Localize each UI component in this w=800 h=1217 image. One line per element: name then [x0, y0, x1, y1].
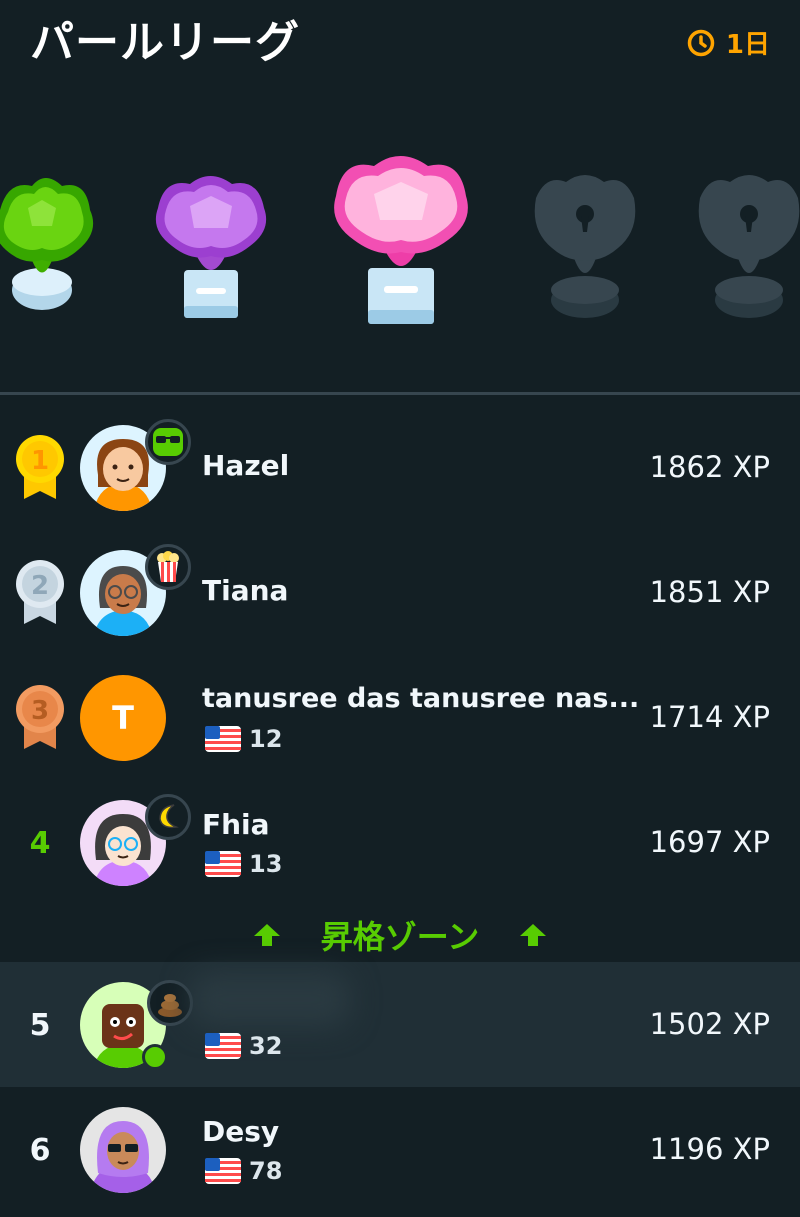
flag-count: 78 — [249, 1157, 283, 1185]
promotion-zone-divider: 昇格ゾーン — [0, 905, 800, 965]
avatar[interactable]: T — [80, 675, 166, 761]
us-flag-icon — [205, 726, 241, 752]
locked-trophy-icon[interactable] — [694, 172, 800, 322]
pearl-trophy-icon[interactable] — [328, 148, 474, 330]
amethyst-trophy-icon[interactable] — [150, 170, 272, 325]
leaderboard-row[interactable]: 6 Desy 78 1196 XP — [0, 1087, 800, 1212]
time-remaining-label: 1日 — [725, 30, 770, 60]
flag-count: 13 — [249, 850, 283, 878]
clock-icon — [687, 29, 715, 56]
online-status-dot — [142, 1044, 168, 1070]
leaderboard-row[interactable]: 2 Tiana 1851 XP — [0, 530, 800, 655]
user-flag: 12 — [205, 725, 282, 753]
arrow-up-icon — [520, 924, 547, 946]
rank-number: 6 — [29, 1132, 51, 1168]
gold-medal-icon: 1 — [16, 435, 64, 499]
avatar[interactable] — [80, 1107, 166, 1193]
leaderboard-row[interactable]: 4 Fhia 13 1697 XP — [0, 780, 800, 905]
popcorn-badge-icon — [145, 544, 191, 590]
blurred-user-name — [190, 972, 350, 1027]
banana-badge-icon — [145, 794, 191, 840]
promotion-zone-label: 昇格ゾーン — [320, 918, 480, 956]
emerald-trophy-icon[interactable] — [0, 170, 100, 320]
arrow-up-icon — [253, 924, 280, 946]
leaderboard-row[interactable]: 3 T tanusree das tanusree nas... 12 1714… — [0, 655, 800, 780]
flag-count: 32 — [249, 1032, 283, 1060]
user-xp: 1502 XP — [649, 1007, 770, 1041]
user-xp: 1697 XP — [649, 825, 770, 859]
header: パールリーグ 1日 — [0, 0, 800, 80]
user-xp: 1196 XP — [649, 1132, 770, 1166]
leaderboard-row[interactable]: 1 Hazel 1862 XP — [0, 405, 800, 530]
user-xp: 1714 XP — [649, 700, 770, 734]
svg-text:2: 2 — [31, 571, 49, 601]
time-remaining: 1日 — [686, 24, 770, 61]
user-name: Desy — [202, 1115, 280, 1148]
svg-text:3: 3 — [31, 696, 49, 726]
avatar-letter: T — [112, 699, 134, 737]
silver-medal-icon: 2 — [16, 560, 64, 624]
rank-number: 4 — [29, 825, 51, 861]
user-flag: 13 — [205, 850, 282, 878]
leaderboard-row-current-user[interactable]: 5 32 1502 XP — [0, 962, 800, 1087]
bronze-medal-icon: 3 — [16, 685, 64, 749]
rank-number: 5 — [29, 1007, 51, 1043]
user-flag: 32 — [205, 1032, 282, 1060]
us-flag-icon — [205, 1158, 241, 1184]
svg-text:1: 1 — [31, 446, 49, 476]
user-xp: 1862 XP — [649, 450, 770, 484]
user-name: tanusree das tanusree nas... — [202, 683, 640, 714]
user-xp: 1851 XP — [649, 575, 770, 609]
us-flag-icon — [205, 1033, 241, 1059]
league-trophies[interactable] — [0, 130, 800, 350]
user-name: Tiana — [202, 574, 289, 607]
divider — [0, 392, 800, 395]
us-flag-icon — [205, 851, 241, 877]
user-name: Hazel — [202, 449, 290, 482]
poop-badge-icon — [147, 980, 193, 1026]
user-flag: 78 — [205, 1157, 282, 1185]
locked-trophy-icon[interactable] — [530, 172, 640, 322]
owl-sunglasses-badge-icon — [145, 419, 191, 465]
user-name: Fhia — [202, 808, 270, 841]
league-title: パールリーグ — [30, 17, 300, 68]
flag-count: 12 — [249, 725, 283, 753]
